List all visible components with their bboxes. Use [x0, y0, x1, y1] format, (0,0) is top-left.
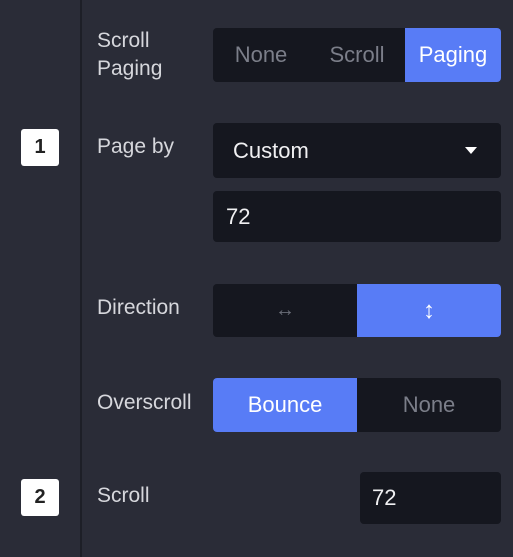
scroll-paging-segmented: None Scroll Paging	[213, 28, 501, 82]
page-amount-value: 72	[226, 203, 251, 229]
page-by-value: Custom	[233, 137, 309, 163]
horizontal-arrow-icon[interactable]: ↔	[213, 284, 357, 337]
overscroll-segmented: Bounce None	[213, 378, 501, 432]
scroll-paging-label: Scroll Paging	[97, 27, 162, 83]
vertical-arrow-icon[interactable]: ↕	[357, 284, 501, 337]
scroll-input[interactable]: 72	[360, 472, 501, 524]
option-scroll[interactable]: Scroll	[309, 28, 405, 82]
option-none[interactable]: None	[357, 378, 501, 432]
direction-segmented: ↔ ↕	[213, 284, 501, 337]
direction-label: Direction	[97, 296, 180, 319]
page-by-label: Page by	[97, 135, 175, 158]
option-bounce[interactable]: Bounce	[213, 378, 357, 432]
option-paging[interactable]: Paging	[405, 28, 501, 82]
caret-down-icon	[465, 147, 477, 154]
step-badge-2: 2	[21, 479, 59, 516]
page-by-dropdown[interactable]: Custom	[213, 123, 501, 178]
page-amount-input[interactable]: 72	[213, 191, 501, 242]
label-line: Scroll	[97, 29, 150, 52]
scroll-value: 72	[372, 485, 397, 510]
label-line: Paging	[97, 57, 163, 80]
option-none[interactable]: None	[213, 28, 309, 82]
scroll-label: Scroll	[97, 484, 150, 507]
sidebar-divider	[80, 0, 82, 557]
step-badge-1: 1	[21, 129, 59, 166]
overscroll-label: Overscroll	[97, 391, 192, 414]
